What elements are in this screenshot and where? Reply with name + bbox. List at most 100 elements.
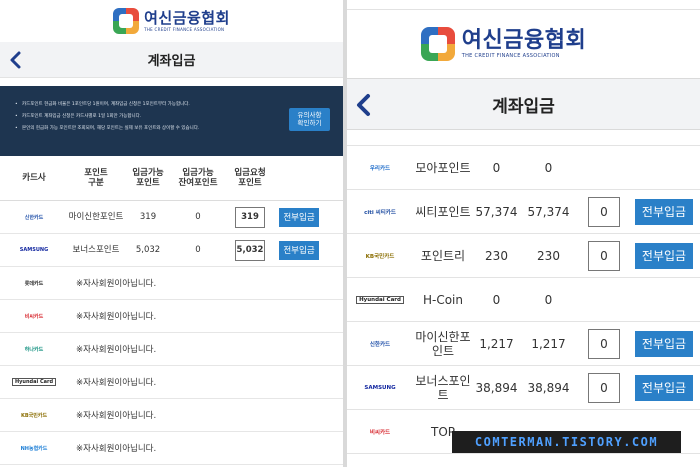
request-points-input[interactable]: 0	[588, 372, 620, 403]
deposit-all-button[interactable]: 전부입금	[635, 330, 693, 357]
not-member-message: ※자사회원이아닙니다.	[76, 378, 157, 388]
card-logo: 비씨카드	[0, 313, 68, 320]
card-logo-text: 롯데카드	[24, 280, 44, 287]
card-logo: 우리카드	[347, 164, 413, 172]
table-row: Hyundai Card H-Coin 0 0	[347, 278, 700, 322]
point-name: 마이신한포인트	[415, 329, 471, 358]
point-name: 씨티포인트	[415, 204, 471, 219]
card-logo-text: Hyundai Card	[356, 295, 404, 304]
card-logo-text: citi 씨티카드	[364, 209, 396, 216]
deposit-all-button[interactable]: 전부입금	[279, 207, 319, 227]
card-logo: Hyundai Card	[0, 378, 68, 386]
association-logo-icon	[113, 8, 140, 34]
card-logo-text: KB국민카드	[365, 253, 395, 260]
table-row: 비씨카드 ※자사회원이아닙니다.	[0, 300, 343, 333]
deposit-all-button[interactable]: 전부입금	[635, 374, 693, 401]
request-points-input[interactable]: 0	[588, 240, 620, 271]
table-row: KB국민카드 ※자사회원이아닙니다.	[0, 399, 343, 432]
request-points-input[interactable]: 5,032	[235, 239, 265, 261]
remaining-points: 0	[544, 160, 553, 175]
available-points: 319	[139, 212, 157, 222]
table-row: 하나카드 ※자사회원이아닙니다.	[0, 333, 343, 366]
request-points-input[interactable]: 0	[588, 196, 620, 227]
card-logo-text: 신한카드	[24, 214, 44, 221]
page-title: 계좌입금	[492, 96, 555, 117]
point-name: 포인트리	[420, 248, 466, 263]
title-bar: 계좌입금	[0, 42, 343, 78]
available-points: 5,032	[135, 245, 161, 255]
card-logo-text: 비씨카드	[24, 313, 44, 320]
watermark-text: COMTERMAN.TISTORY.COM	[474, 435, 659, 449]
card-logo: 롯데카드	[0, 280, 68, 287]
not-member-message: ※자사회원이아닙니다.	[76, 279, 157, 289]
remaining-points: 57,374	[527, 204, 570, 219]
point-name: H-Coin	[422, 292, 463, 307]
card-logo: SAMSUNG	[0, 247, 68, 253]
card-logo: citi 씨티카드	[347, 208, 413, 216]
back-arrow-icon[interactable]	[353, 92, 375, 118]
top-strip	[347, 0, 700, 10]
notice-box: 카드포인트 현금화 비율은 1포인트당 1원이며, 계좌입금 신청은 1포인트부…	[0, 86, 343, 156]
remaining-points: 1,217	[531, 336, 566, 351]
table-row: KB국민카드 포인트리 230 230 0 전부입금	[347, 234, 700, 278]
notice-confirm-label: 유의사항 확인하기	[297, 111, 322, 127]
card-logo-text: SAMSUNG	[364, 384, 396, 391]
col-card-company: 카드사	[22, 173, 46, 183]
table-row: Hyundai Card ※자사회원이아닙니다.	[0, 366, 343, 399]
remaining-points: 0	[195, 212, 201, 222]
card-logo-text: KB국민카드	[20, 412, 48, 419]
card-logo: 신한카드	[347, 340, 413, 348]
card-logo: NH농협카드	[0, 445, 68, 452]
table-row: 신한카드 마이신한포인트 319 0 319 전부입금	[0, 201, 343, 234]
points-table: 우리카드 모아포인트 0 0 citi 씨티카드 씨티포인트 57,374 57…	[347, 131, 700, 454]
not-member-message: ※자사회원이아닙니다.	[76, 411, 157, 421]
col-request: 입금요청 포인트	[234, 168, 266, 188]
back-arrow-icon[interactable]	[7, 50, 25, 70]
logo-name-ko: 여신금융협회	[461, 27, 587, 53]
card-logo: 신한카드	[0, 214, 68, 221]
deposit-all-button[interactable]: 전부입금	[279, 240, 319, 260]
logo-name-en: THE CREDIT FINANCE ASSOCIATION	[144, 26, 225, 32]
available-points: 38,894	[475, 380, 518, 395]
col-remaining: 입금가능 잔여포인트	[178, 168, 218, 188]
card-logo: KB국민카드	[347, 252, 413, 260]
deposit-all-button[interactable]: 전부입금	[635, 242, 693, 269]
available-points: 0	[492, 160, 501, 175]
card-logo: KB국민카드	[0, 412, 68, 419]
available-points: 0	[492, 292, 501, 307]
title-bar: 계좌입금	[347, 78, 700, 130]
point-name: 보너스포인트	[415, 373, 471, 402]
header-logo[interactable]: 여신금융협회 THE CREDIT FINANCE ASSOCIATION	[347, 10, 700, 78]
notice-confirm-button[interactable]: 유의사항 확인하기	[289, 108, 330, 131]
available-points: 230	[485, 248, 508, 263]
table-header: 카드사 포인트 구분 입금가능 포인트 입금가능 잔여포인트 입금요청 포인트	[0, 156, 343, 201]
table-row	[347, 131, 700, 146]
col-available: 입금가능 포인트	[132, 168, 164, 188]
remaining-points: 0	[544, 292, 553, 307]
card-logo-text: Hyundai Card	[11, 378, 57, 386]
point-name: 보너스포인트	[72, 245, 120, 255]
request-points-input[interactable]: 0	[588, 328, 620, 359]
not-member-message: ※자사회원이아닙니다.	[76, 312, 157, 322]
table-row: 우리카드 모아포인트 0 0	[347, 146, 700, 190]
card-logo-text: 하나카드	[24, 346, 44, 353]
card-logo: SAMSUNG	[347, 385, 413, 391]
request-points-input[interactable]: 319	[235, 206, 265, 228]
logo-name-ko: 여신금융협회	[144, 8, 230, 27]
remaining-points: 38,894	[527, 380, 570, 395]
table-row: 롯데카드 ※자사회원이아닙니다.	[0, 267, 343, 300]
point-name: 마이신한포인트	[68, 212, 124, 222]
card-logo-text: 비씨카드	[369, 429, 391, 436]
table-row: NH농협카드 ※자사회원이아닙니다.	[0, 432, 343, 465]
header-logo[interactable]: 여신금융협회 THE CREDIT FINANCE ASSOCIATION	[0, 0, 343, 42]
card-logo-text: 우리카드	[369, 165, 391, 172]
not-member-message: ※자사회원이아닙니다.	[76, 444, 157, 454]
card-logo: 비씨카드	[347, 428, 413, 436]
association-logo-icon	[420, 27, 455, 61]
table-row: SAMSUNG 보너스포인트 38,894 38,894 0 전부입금	[347, 366, 700, 410]
deposit-all-button[interactable]: 전부입금	[635, 198, 693, 225]
not-member-message: ※자사회원이아닙니다.	[76, 345, 157, 355]
card-logo: Hyundai Card	[347, 295, 413, 304]
page-title: 계좌입금	[147, 54, 196, 69]
remaining-points: 230	[537, 248, 560, 263]
